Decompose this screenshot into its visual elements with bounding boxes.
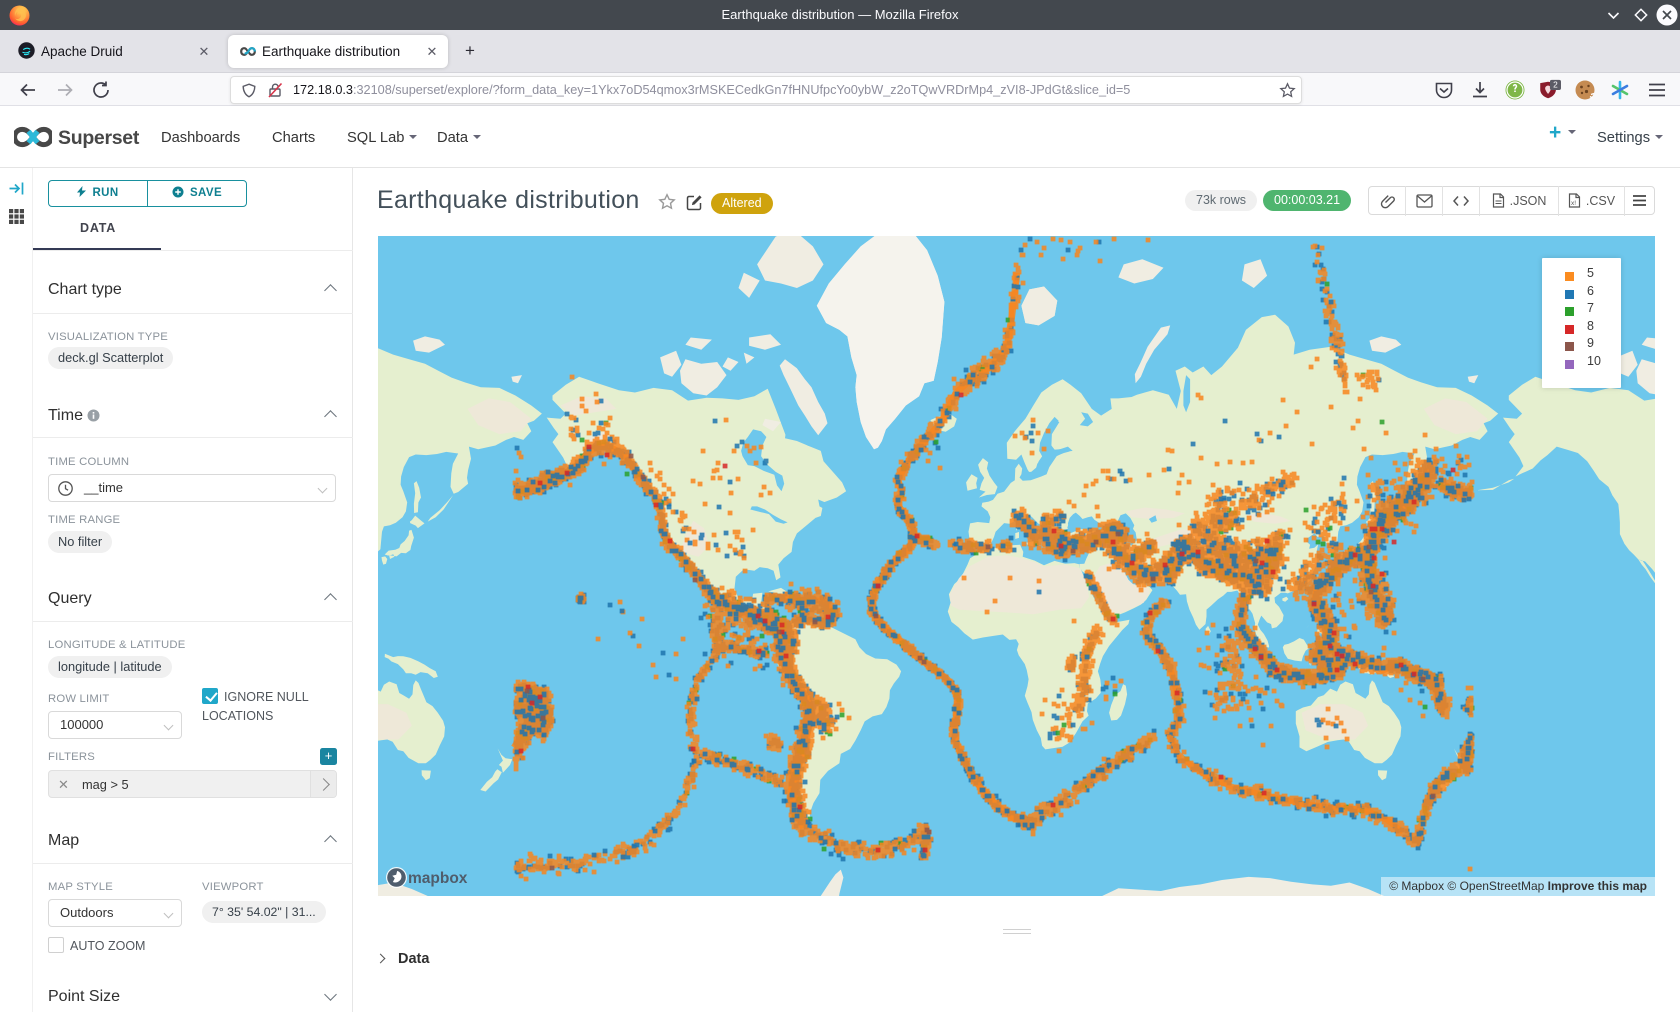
svg-text:2: 2 xyxy=(1553,80,1558,90)
svg-text:x!: x! xyxy=(1571,200,1576,207)
svg-text:mapbox: mapbox xyxy=(408,870,468,887)
